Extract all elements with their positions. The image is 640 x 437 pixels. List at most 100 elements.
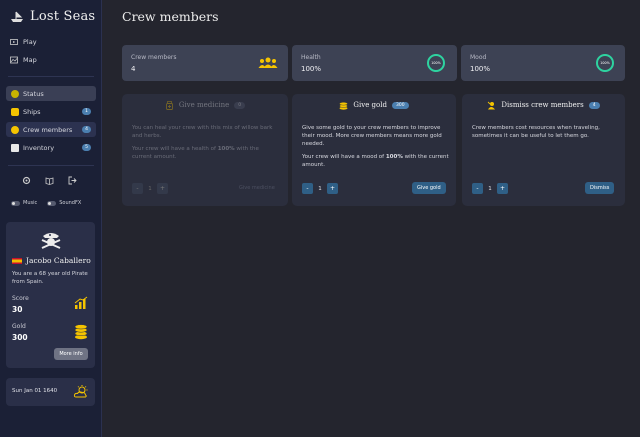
result-text: Your crew will have a health of (132, 146, 218, 152)
ship-logo-icon (11, 11, 23, 22)
card-body: Crew members cost resources when traveli… (472, 124, 620, 145)
card-title: Dismiss crew members (501, 101, 584, 109)
result-value: 100% (217, 146, 235, 152)
gold-badge: 300 (391, 101, 409, 109)
score-value: 30 (12, 305, 23, 314)
player-bio: You are a 68 year old Pirate from Spain. (12, 271, 88, 285)
soundfx-toggle[interactable]: SoundFX (47, 200, 81, 206)
soundfx-switch[interactable] (47, 200, 57, 206)
bar-chart-icon (74, 296, 88, 309)
play-icon (10, 39, 18, 45)
soundfx-label: SoundFX (59, 200, 82, 206)
card-description: Give some gold to your crew members to i… (302, 125, 442, 147)
logout-icon[interactable] (68, 176, 77, 185)
ships-badge: 1 (82, 108, 91, 115)
sidebar-item-ships[interactable]: Ships 1 (6, 104, 96, 119)
music-toggle[interactable]: Music (11, 200, 37, 206)
sidebar-item-label: Crew members (23, 125, 73, 134)
sidebar-item-label: Ships (23, 107, 41, 116)
quantity-stepper: - 1 + (302, 183, 338, 194)
map-icon (10, 56, 18, 64)
dismiss-button[interactable]: Dismiss (585, 182, 615, 194)
users-icon (258, 57, 278, 68)
card-description: Crew members cost resources when traveli… (472, 125, 600, 139)
crew-stat-card: Crew members 4 (122, 45, 288, 81)
inventory-icon (11, 143, 19, 152)
gold-label: Gold (12, 323, 26, 330)
sidebar: Lost Seas Play Map Status Ships 1 Crew m… (0, 0, 102, 437)
mood-stat-value: 100% (470, 65, 491, 73)
player-card: Jacobo Caballero You are a 68 year old P… (6, 222, 95, 368)
card-header: Dismiss crew members 4 (462, 94, 625, 116)
brand[interactable]: Lost Seas (10, 9, 95, 24)
sidebar-item-crew[interactable]: Crew members 4 (6, 122, 96, 137)
nav-play[interactable]: Play (10, 33, 37, 51)
nav-map-label: Map (23, 56, 37, 64)
health-stat-label: Health (301, 54, 321, 61)
crew-stat-value: 4 (131, 65, 136, 73)
card-result: Your crew will have a mood of 100% with … (302, 153, 450, 169)
sound-toggles: Music SoundFX (11, 200, 81, 206)
mood-progress-ring: 100% (596, 54, 614, 72)
quantity-value[interactable]: 1 (143, 186, 157, 192)
quantity-value[interactable]: 1 (313, 186, 327, 192)
inventory-badge: 5 (82, 144, 91, 151)
book-icon[interactable] (45, 176, 54, 185)
card-result: Your crew will have a health of 100% wit… (132, 145, 280, 161)
health-stat-value: 100% (301, 65, 322, 73)
sections-nav: Status Ships 1 Crew members 4 Inventory … (6, 86, 96, 158)
increment-button[interactable]: + (327, 183, 338, 194)
card-title: Give medicine (178, 101, 230, 109)
decrement-button[interactable]: - (302, 183, 313, 194)
divider (8, 165, 94, 166)
spain-flag-icon (12, 257, 22, 264)
main-nav: Play Map (10, 33, 37, 69)
dismiss-badge: 4 (588, 101, 600, 109)
give-medicine-button[interactable]: Give medicine (234, 182, 280, 194)
card-body: Give some gold to your crew members to i… (302, 124, 450, 174)
date-panel: Sun Jan 01 1640 (6, 378, 95, 406)
gold-value: 300 (12, 333, 28, 342)
quantity-stepper: - 1 + (132, 183, 168, 194)
decrement-button[interactable]: - (132, 183, 143, 194)
card-title: Give gold (353, 101, 387, 109)
mood-stat-card: Mood 100% 100% (461, 45, 625, 81)
quantity-value[interactable]: 1 (483, 186, 497, 192)
more-info-button[interactable]: More info (54, 348, 88, 360)
sidebar-item-inventory[interactable]: Inventory 5 (6, 140, 96, 155)
weather-icon (73, 385, 88, 398)
app-title: Lost Seas (30, 9, 96, 24)
pirate-avatar-icon (41, 233, 61, 249)
crew-stat-label: Crew members (131, 54, 177, 61)
music-label: Music (23, 200, 38, 206)
give-medicine-card: Give medicine 0 You can heal your crew w… (122, 94, 288, 206)
give-gold-card: Give gold 300 Give some gold to your cre… (292, 94, 456, 206)
player-name: Jacobo Caballero (26, 256, 91, 265)
card-header: Give medicine 0 (122, 94, 288, 116)
sidebar-item-label: Status (23, 89, 44, 98)
health-stat-card: Health 100% 100% (292, 45, 457, 81)
music-switch[interactable] (11, 200, 20, 206)
card-header: Give gold 300 (292, 94, 456, 116)
mood-stat-label: Mood (470, 54, 487, 61)
crew-icon (11, 125, 19, 134)
gold-coins-icon (74, 324, 88, 340)
nav-play-label: Play (23, 38, 37, 46)
give-gold-button[interactable]: Give gold (412, 182, 446, 194)
increment-button[interactable]: + (497, 183, 508, 194)
decrement-button[interactable]: - (472, 183, 483, 194)
card-description: You can heal your crew with this mix of … (132, 125, 273, 139)
page-title: Crew members (122, 9, 219, 24)
medicine-icon (165, 100, 173, 110)
sidebar-item-status[interactable]: Status (6, 86, 96, 101)
increment-button[interactable]: + (157, 183, 168, 194)
nav-map[interactable]: Map (10, 51, 37, 69)
result-value: 100% (385, 154, 403, 160)
medicine-badge: 0 (234, 101, 246, 109)
dismiss-crew-icon (488, 101, 496, 109)
utility-icons (22, 176, 77, 185)
gear-icon[interactable] (22, 176, 31, 185)
gold-coins-icon (339, 101, 349, 110)
crew-badge: 4 (82, 126, 91, 133)
status-icon (11, 89, 19, 98)
